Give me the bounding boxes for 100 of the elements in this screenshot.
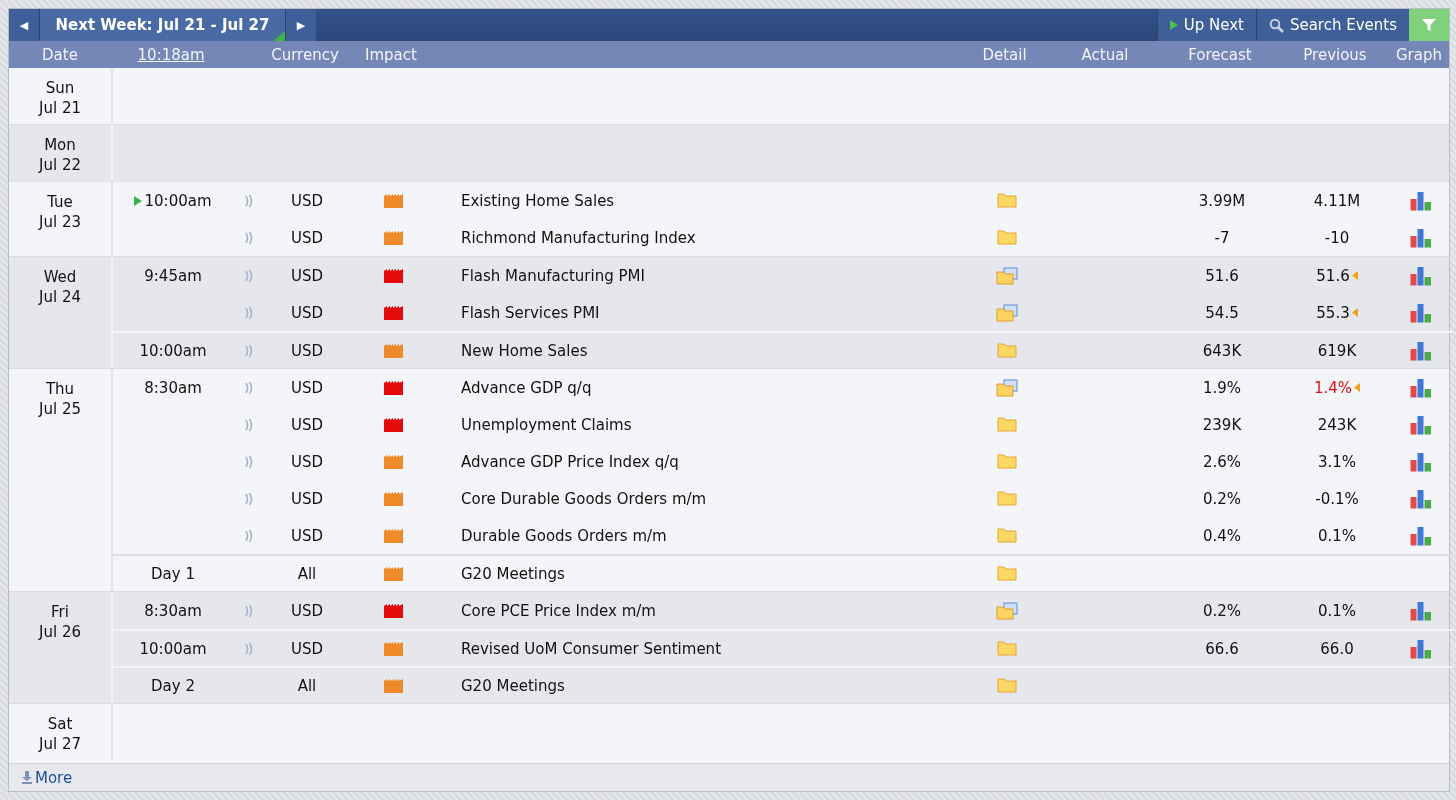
event-title[interactable]: Revised UoM Consumer Sentiment — [437, 639, 958, 658]
bar-chart-icon[interactable] — [1410, 488, 1432, 509]
next-week-button[interactable]: ▶ — [286, 9, 316, 41]
folder-icon[interactable] — [996, 641, 1017, 656]
up-next-button[interactable]: Up Next — [1156, 9, 1256, 41]
sound-alert-icon[interactable] — [244, 641, 254, 656]
previous-value: 51.6 — [1316, 266, 1350, 285]
bar-chart-icon[interactable] — [1410, 451, 1432, 472]
currency-cell-text: USD — [289, 489, 325, 508]
previous-value: -0.1% — [1315, 489, 1359, 508]
currency-cell-text: All — [296, 564, 318, 583]
bar-chart-icon[interactable] — [1410, 525, 1432, 546]
event-title[interactable]: G20 Meetings — [437, 564, 958, 583]
event-title[interactable]: Richmond Manufacturing Index — [437, 228, 958, 247]
event-title[interactable]: Existing Home Sales — [437, 191, 958, 210]
day-label: Tue — [47, 192, 73, 212]
bar-chart-icon[interactable] — [1410, 414, 1432, 435]
day-label: Sat — [47, 714, 73, 734]
sound-alert-icon[interactable] — [244, 491, 254, 506]
sound-alert-icon[interactable] — [244, 305, 254, 320]
event-title[interactable]: Advance GDP q/q — [437, 378, 958, 397]
bar-chart-icon[interactable] — [1410, 377, 1432, 398]
folder-icon[interactable] — [996, 454, 1017, 469]
event-title[interactable]: Unemployment Claims — [437, 415, 958, 434]
folder-document-icon[interactable] — [995, 601, 1018, 620]
sound-alert-icon[interactable] — [244, 454, 254, 469]
event-title[interactable]: Durable Goods Orders m/m — [437, 526, 958, 545]
event-time: 10:00am — [144, 191, 212, 210]
folder-document-icon[interactable] — [995, 266, 1018, 285]
forecast-value: 2.6% — [1202, 452, 1242, 471]
more-link[interactable]: More — [22, 768, 73, 787]
event-title[interactable]: Flash Services PMI — [437, 303, 958, 322]
forecast-value: 54.5 — [1205, 303, 1239, 322]
event-title[interactable]: G20 Meetings — [437, 676, 958, 695]
sound-alert-icon[interactable] — [244, 417, 254, 432]
previous-value: 1.4% — [1313, 378, 1353, 397]
currency-cell-text: All — [296, 676, 318, 695]
forecast-value: 239K — [1202, 415, 1242, 434]
date-label: Jul 24 — [39, 287, 81, 307]
currency-cell-text: USD — [289, 378, 325, 397]
folder-icon[interactable] — [996, 678, 1017, 693]
search-events-button[interactable]: Search Events — [1255, 9, 1409, 41]
forecast-value: 0.2% — [1202, 601, 1242, 620]
bar-chart-icon[interactable] — [1410, 302, 1432, 323]
sound-alert-icon[interactable] — [244, 193, 254, 208]
bar-chart-icon[interactable] — [1410, 340, 1432, 361]
sound-alert-icon[interactable] — [244, 268, 254, 283]
currency-cell-text: USD — [289, 303, 325, 322]
bar-chart-icon[interactable] — [1410, 190, 1432, 211]
revised-marker-icon[interactable] — [1351, 308, 1358, 317]
event-title[interactable]: Core Durable Goods Orders m/m — [437, 489, 958, 508]
revised-marker-icon[interactable] — [1351, 271, 1358, 280]
column-header: Currency — [270, 45, 340, 64]
week-title-button[interactable]: Next Week: Jul 21 - Jul 27 — [39, 9, 286, 41]
folder-icon[interactable] — [996, 491, 1017, 506]
bar-chart-icon[interactable] — [1410, 265, 1432, 286]
currency-cell-text: USD — [289, 601, 325, 620]
sound-alert-icon[interactable] — [244, 603, 254, 618]
sound-alert-icon[interactable] — [244, 528, 254, 543]
previous-value: 0.1% — [1317, 601, 1357, 620]
folder-icon[interactable] — [996, 343, 1017, 358]
date-label: Jul 23 — [39, 212, 81, 232]
event-title[interactable]: Core PCE Price Index m/m — [437, 601, 958, 620]
previous-value: 0.1% — [1317, 526, 1357, 545]
forecast-value: 643K — [1202, 341, 1242, 360]
folder-icon[interactable] — [996, 193, 1017, 208]
folder-document-icon[interactable] — [995, 378, 1018, 397]
event-time: Day 1 — [151, 564, 195, 583]
event-title[interactable]: Flash Manufacturing PMI — [437, 266, 958, 285]
sound-alert-icon[interactable] — [244, 343, 254, 358]
date-label: Jul 25 — [39, 399, 81, 419]
currency-cell-text: USD — [289, 191, 325, 210]
corner-triangle-icon — [273, 31, 285, 41]
bar-chart-icon[interactable] — [1410, 600, 1432, 621]
previous-week-button[interactable]: ◀ — [9, 9, 39, 41]
folder-icon[interactable] — [996, 528, 1017, 543]
forecast-value: -7 — [1214, 228, 1230, 247]
event-title[interactable]: New Home Sales — [437, 341, 958, 360]
download-icon — [22, 771, 32, 784]
filter-button[interactable] — [1409, 9, 1449, 41]
day-label: Wed — [43, 267, 77, 287]
folder-icon[interactable] — [996, 230, 1017, 245]
forecast-value: 3.99M — [1198, 191, 1246, 210]
column-header: Date — [42, 45, 78, 64]
sound-alert-icon[interactable] — [244, 380, 254, 395]
currency-cell-text: USD — [289, 526, 325, 545]
revised-marker-icon[interactable] — [1354, 383, 1361, 392]
folder-icon[interactable] — [996, 566, 1017, 581]
column-header: Graph — [1395, 45, 1443, 64]
bar-chart-icon[interactable] — [1410, 227, 1432, 248]
event-title[interactable]: Advance GDP Price Index q/q — [437, 452, 958, 471]
folder-icon[interactable] — [996, 417, 1017, 432]
currency-cell-text: USD — [289, 639, 325, 658]
previous-value: 4.11M — [1313, 191, 1361, 210]
folder-document-icon[interactable] — [995, 303, 1018, 322]
bar-chart-icon[interactable] — [1410, 638, 1432, 659]
column-header: Impact — [364, 45, 418, 64]
sound-alert-icon[interactable] — [244, 230, 254, 245]
column-header: Detail — [981, 45, 1028, 64]
forecast-value: 51.6 — [1205, 266, 1239, 285]
